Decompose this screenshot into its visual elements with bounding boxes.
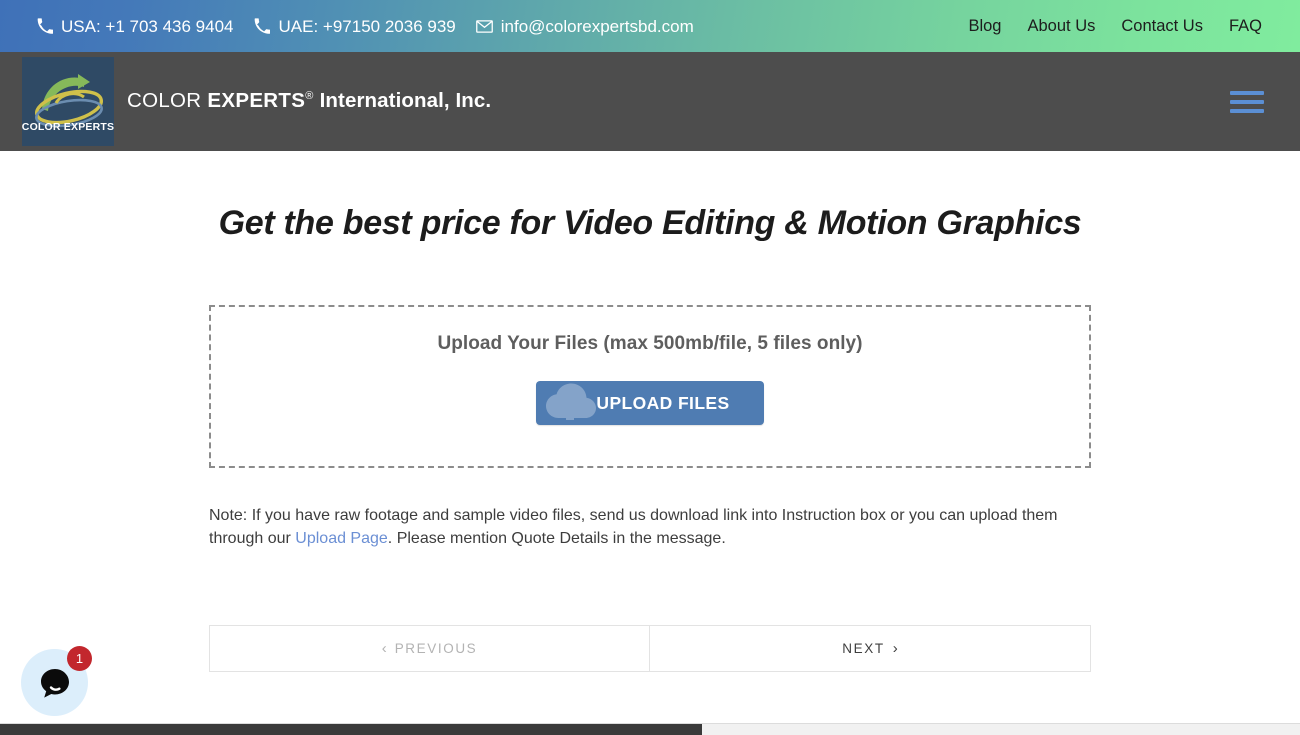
envelope-icon [475, 18, 493, 35]
wordmark-registered-icon: ® [305, 89, 314, 102]
horizontal-scrollbar[interactable] [0, 723, 1300, 735]
top-nav-item-about-us[interactable]: About Us [1027, 18, 1095, 35]
svg-text:COLOR EXPERTS: COLOR EXPERTS [22, 121, 114, 133]
contact-phone-uae[interactable]: UAE: +97150 2036 939 [254, 18, 456, 35]
top-nav-item-blog[interactable]: Blog [968, 18, 1001, 35]
contact-text: UAE: +97150 2036 939 [278, 16, 456, 36]
chevron-left-icon: ‹ [381, 640, 387, 658]
hamburger-menu-icon[interactable] [1230, 90, 1264, 113]
company-logo-mark: COLOR EXPERTS [22, 57, 114, 146]
contact-email[interactable]: info@colorexpertsbd.com [475, 16, 694, 36]
page-body: Get the best price for Video Editing & M… [0, 151, 1300, 735]
wordmark-experts: EXPERTS [207, 88, 306, 112]
chat-widget[interactable]: 1 [21, 646, 92, 716]
wordmark-international: International, Inc. [319, 88, 492, 112]
contact-phone-usa[interactable]: USA: +1 703 436 9404 [36, 18, 234, 35]
top-nav-item-contact-us[interactable]: Contact Us [1121, 18, 1203, 35]
chat-unread-badge: 1 [67, 646, 92, 671]
upload-note-suffix: . Please mention Quote Details in the me… [387, 530, 726, 548]
contact-list: USA: +1 703 436 9404 UAE: +97150 2036 93… [36, 18, 694, 35]
upload-note: Note: If you have raw footage and sample… [209, 504, 1084, 550]
next-button[interactable]: NEXT › [650, 626, 1090, 672]
top-contact-bar: USA: +1 703 436 9404 UAE: +97150 2036 93… [0, 0, 1300, 52]
form-navigation: ‹ PREVIOUS NEXT › [209, 625, 1091, 673]
hamburger-bar [1230, 90, 1264, 95]
brand-logo-link[interactable]: COLOR EXPERTS COLOR EXPERTS® Internation… [0, 52, 491, 151]
form-step-content: Upload Your Files (max 500mb/file, 5 fil… [209, 243, 1091, 673]
phone-icon [254, 18, 271, 35]
file-dropzone[interactable]: Upload Your Files (max 500mb/file, 5 fil… [209, 305, 1091, 468]
hamburger-bar [1230, 99, 1264, 104]
previous-button[interactable]: ‹ PREVIOUS [210, 626, 650, 672]
contact-text: USA: +1 703 436 9404 [61, 16, 234, 36]
scrollbar-thumb[interactable] [0, 724, 702, 735]
wordmark-color: COLOR [127, 88, 208, 112]
next-button-label: NEXT [842, 641, 885, 657]
phone-icon [36, 18, 53, 35]
upload-page-link[interactable]: Upload Page [295, 530, 388, 547]
previous-button-label: PREVIOUS [394, 641, 478, 657]
dropzone-title: Upload Your Files (max 500mb/file, 5 fil… [437, 333, 863, 354]
top-nav: Blog About Us Contact Us FAQ [968, 18, 1262, 35]
upload-files-button-label: UPLOAD FILES [596, 392, 730, 413]
company-wordmark: COLOR EXPERTS® International, Inc. [127, 90, 491, 114]
cloud-upload-icon [542, 382, 598, 424]
chevron-right-icon: › [892, 640, 898, 658]
site-header: COLOR EXPERTS COLOR EXPERTS® Internation… [0, 52, 1300, 151]
hamburger-bar [1230, 108, 1264, 113]
upload-files-button[interactable]: UPLOAD FILES [536, 381, 764, 425]
top-nav-item-faq[interactable]: FAQ [1229, 18, 1262, 35]
page-title: Get the best price for Video Editing & M… [218, 204, 1082, 242]
contact-text: info@colorexpertsbd.com [500, 16, 694, 36]
